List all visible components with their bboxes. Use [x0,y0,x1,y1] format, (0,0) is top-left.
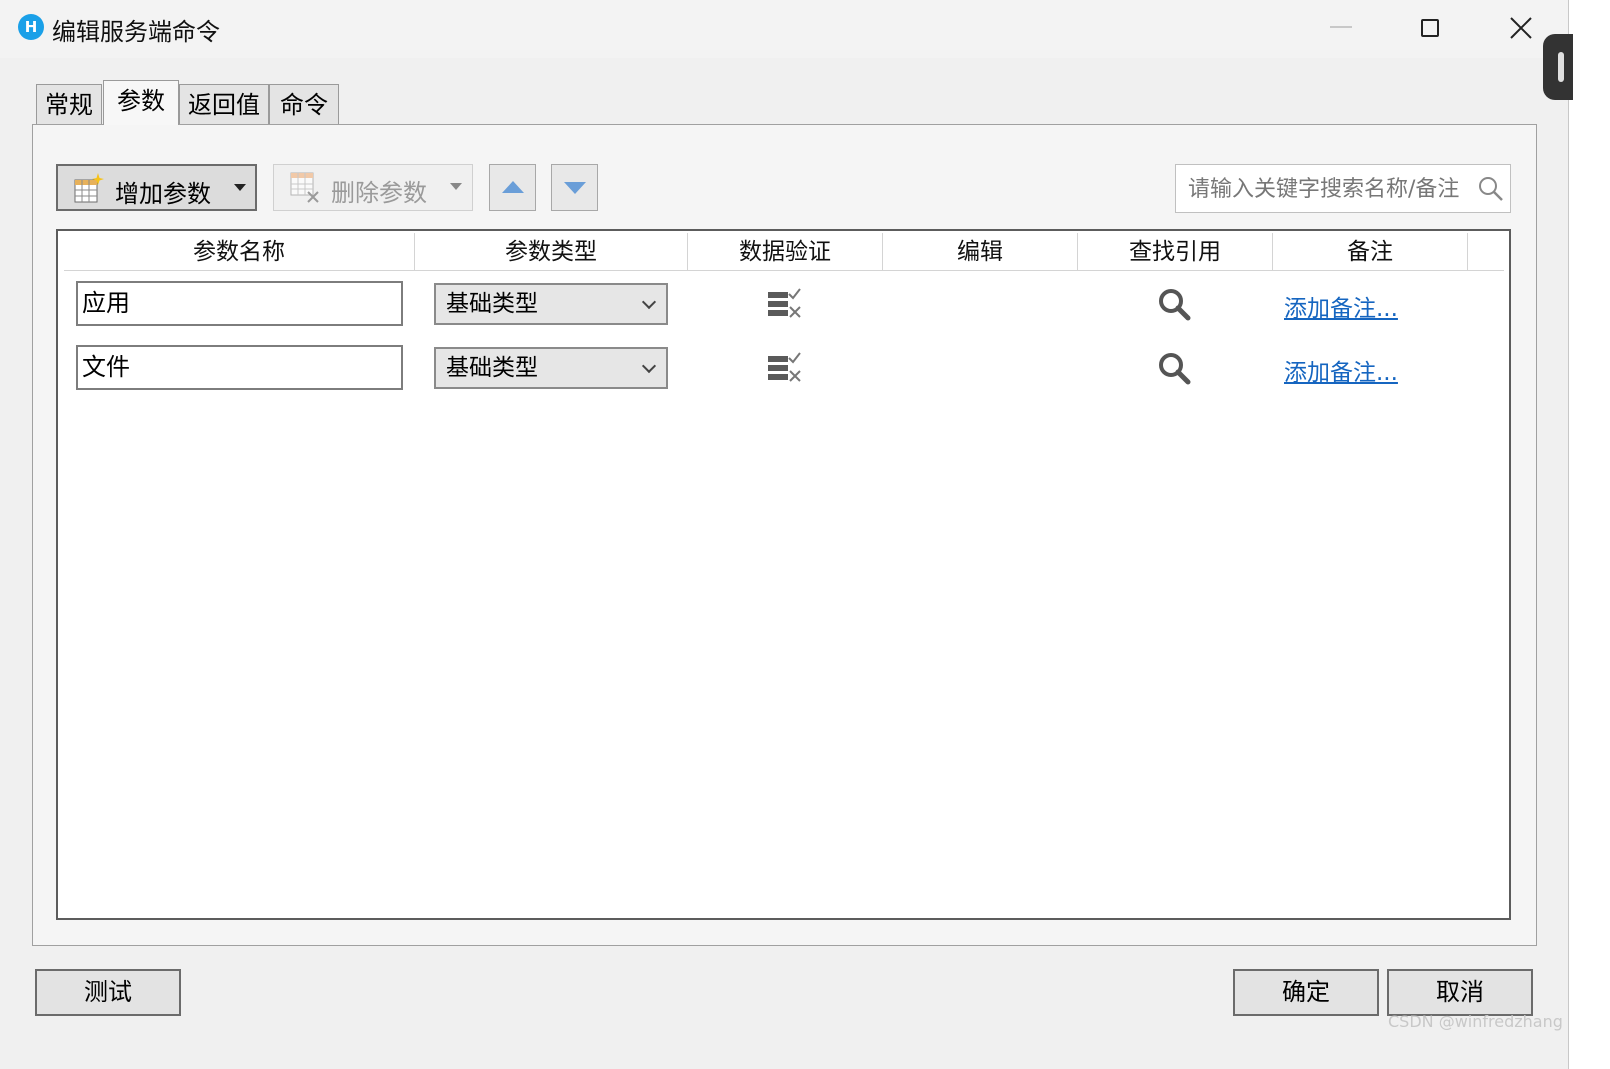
search-icon[interactable] [1478,176,1504,202]
tab-general[interactable]: 常规 [36,84,102,124]
column-header-name[interactable]: 参数名称 [64,233,415,271]
cancel-button[interactable]: 取消 [1387,969,1533,1016]
maximize-button[interactable] [1421,19,1439,37]
find-references-icon[interactable] [1157,287,1191,321]
add-table-icon [74,173,104,203]
column-header-edit[interactable]: 编辑 [883,233,1078,271]
search-input[interactable] [1186,171,1480,207]
grid-header: 参数名称 参数类型 数据验证 编辑 查找引用 备注 [64,233,1504,271]
chevron-down-icon [641,294,657,310]
minimize-button[interactable] [1330,26,1352,28]
watermark: CSDN @winfredzhang [1388,1012,1563,1031]
delete-parameter-label: 删除参数 [331,179,427,207]
column-header-validation[interactable]: 数据验证 [688,233,883,271]
column-header-filler [1468,233,1504,271]
find-references-icon[interactable] [1157,351,1191,385]
parameter-type-value: 基础类型 [446,291,538,317]
add-note-link[interactable]: 添加备注... [1284,289,1398,323]
parameter-type-select[interactable]: 基础类型 [434,347,668,389]
add-note-link[interactable]: 添加备注... [1284,353,1398,387]
add-parameter-button[interactable]: 增加参数 [56,164,257,211]
add-parameter-label: 增加参数 [115,180,211,208]
tab-return-value[interactable]: 返回值 [179,84,269,124]
column-header-find-references[interactable]: 查找引用 [1078,233,1273,271]
search-field[interactable] [1175,164,1511,213]
close-button[interactable] [1504,8,1538,48]
column-header-note[interactable]: 备注 [1273,233,1468,271]
delete-table-icon [290,172,319,203]
arrow-up-icon [502,181,524,193]
ok-button[interactable]: 确定 [1233,969,1379,1016]
move-up-button[interactable] [489,164,536,211]
close-icon [1510,17,1532,39]
chevron-down-icon [641,358,657,374]
move-down-button[interactable] [551,164,598,211]
tab-parameters[interactable]: 参数 [103,80,179,125]
background-window-edge [1568,0,1610,1069]
parameter-name-input[interactable]: 应用 [76,281,403,326]
data-validation-icon[interactable] [767,352,803,382]
tab-command[interactable]: 命令 [269,84,339,124]
parameters-grid [56,229,1511,920]
column-header-type[interactable]: 参数类型 [415,233,688,271]
app-icon: H [18,14,44,40]
parameter-type-select[interactable]: 基础类型 [434,283,668,325]
test-button[interactable]: 测试 [35,969,181,1016]
parameter-type-value: 基础类型 [446,355,538,381]
side-handle-grip [1558,52,1564,82]
chevron-down-icon[interactable] [450,183,462,190]
delete-parameter-button[interactable]: 删除参数 [273,164,473,211]
title-bar [0,0,1568,58]
arrow-down-icon [564,182,586,194]
data-validation-icon[interactable] [767,288,803,318]
parameter-name-input[interactable]: 文件 [76,345,403,390]
chevron-down-icon[interactable] [234,184,246,191]
window-title: 编辑服务端命令 [52,18,220,46]
